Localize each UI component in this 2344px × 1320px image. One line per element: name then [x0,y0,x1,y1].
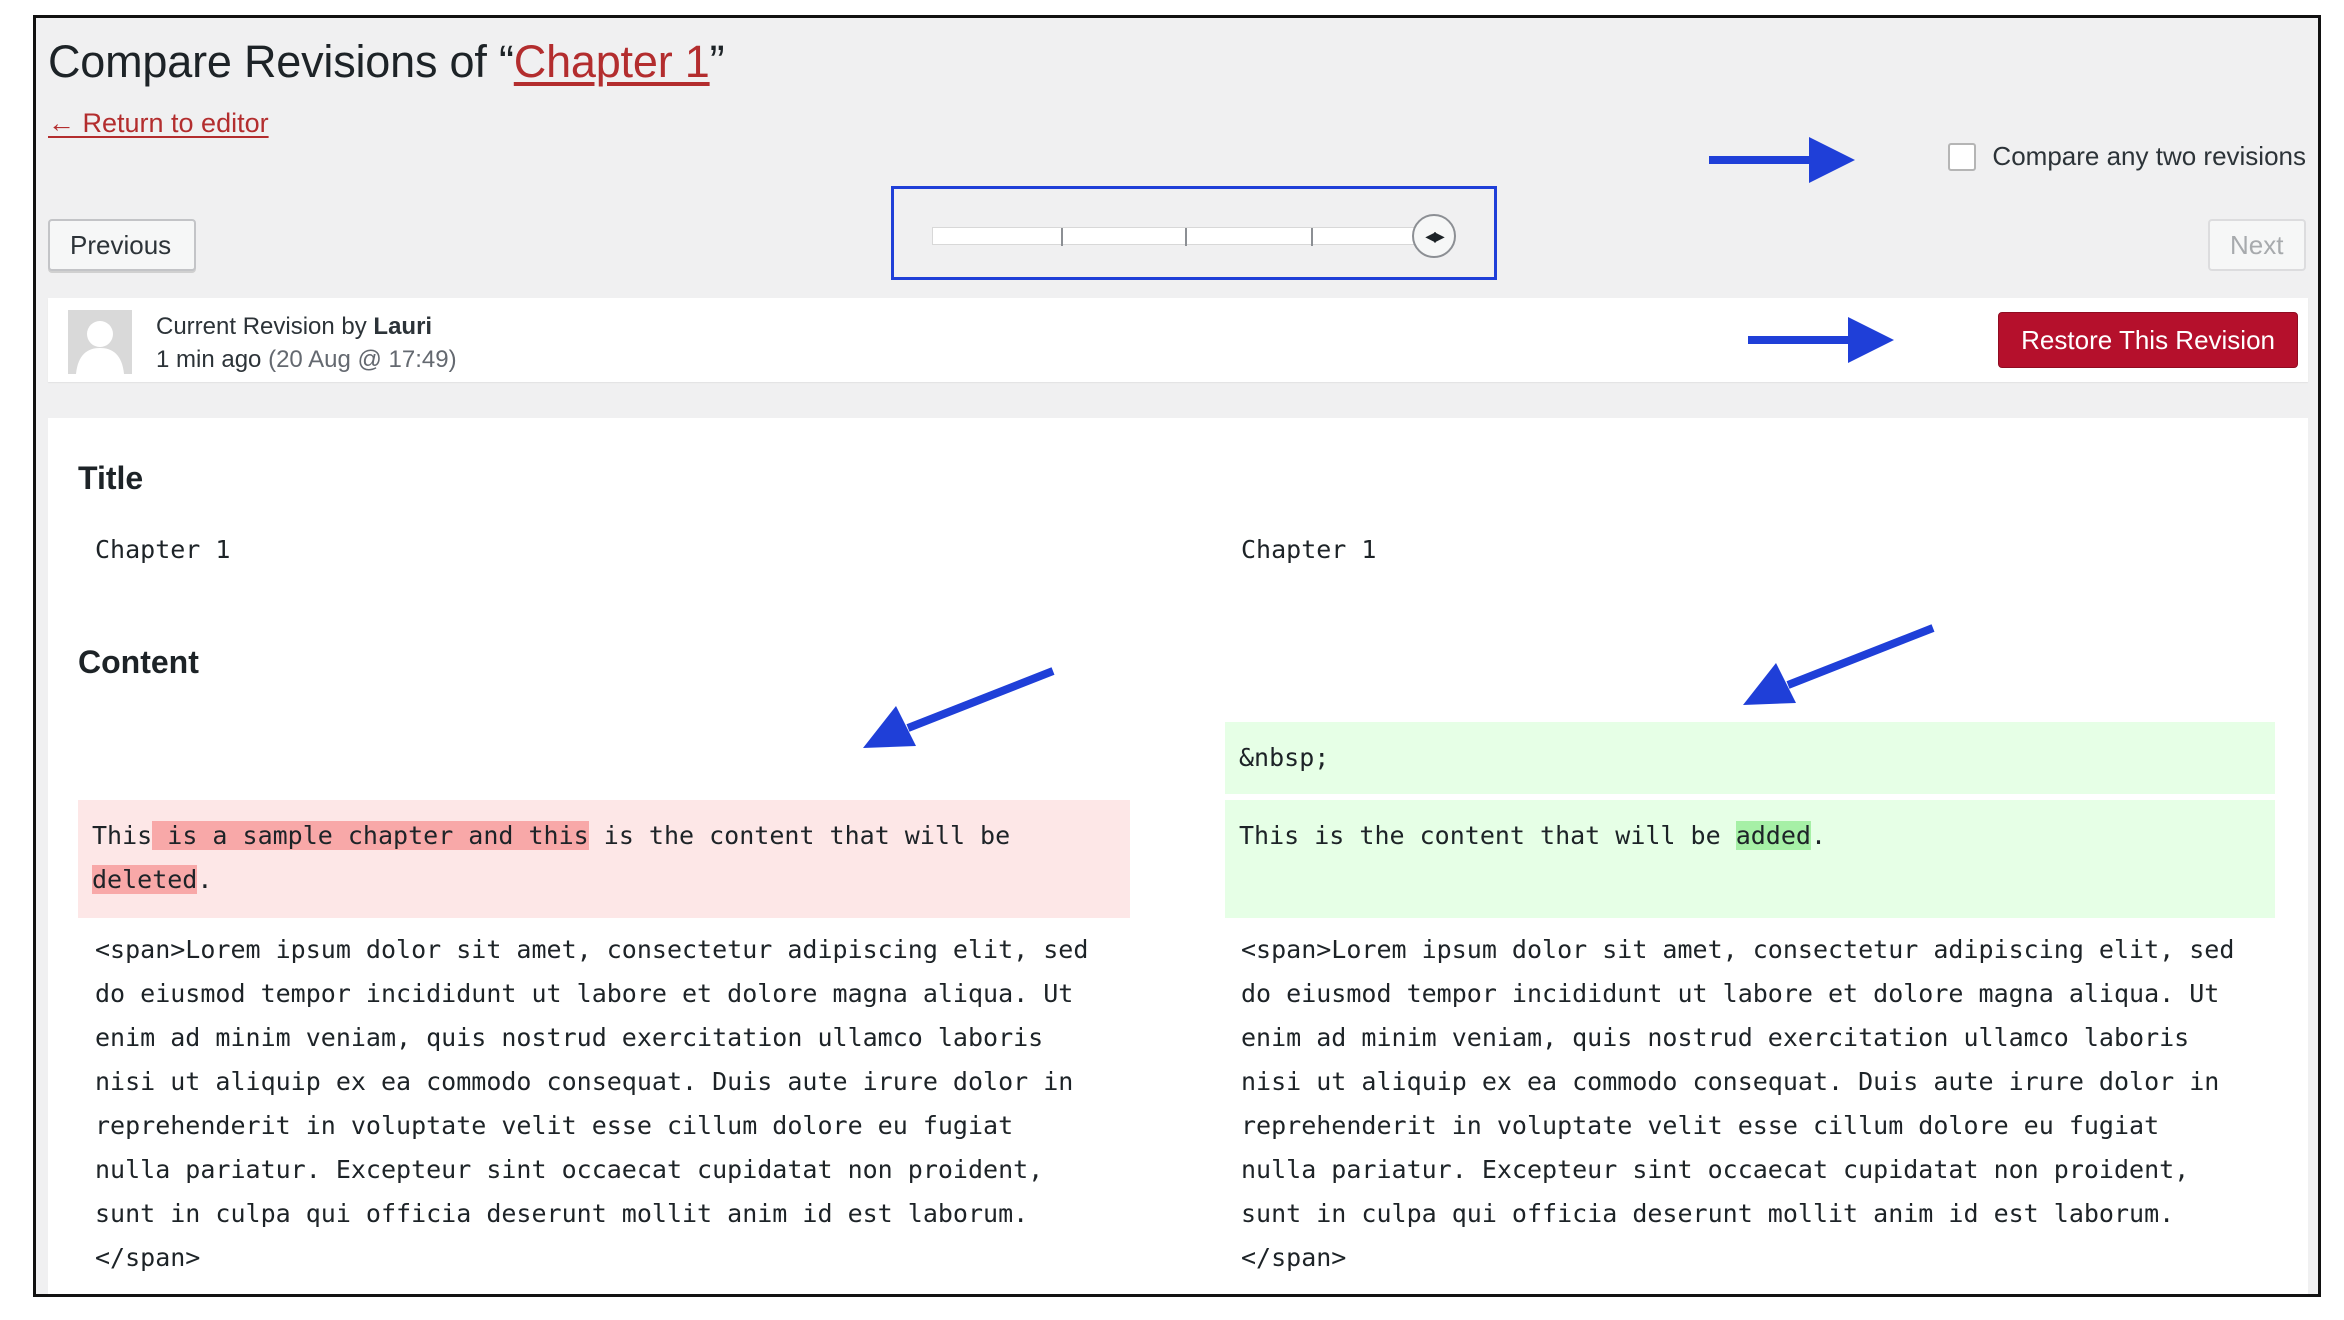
added-line-block: This is the content that will be added. [1225,800,2275,918]
unchanged-text: This is the content that will be [1239,821,1736,850]
lorem-line: </span> [95,1243,201,1272]
revision-author: Lauri [373,313,433,340]
lorem-line: <span>Lorem ipsum dolor sit amet, consec… [1241,935,2235,964]
avatar-placeholder-icon [68,310,132,374]
right-title-value: Chapter 1 [1241,535,1377,564]
content-section-heading: Content [78,644,199,680]
return-to-editor-link[interactable]: ← Return to editor [48,108,269,139]
deleted-line-block: This is a sample chapter and this is the… [78,800,1130,918]
compare-two-label: Compare any two revisions [1992,141,2306,171]
deleted-text-highlight: is a sample chapter and this [152,821,589,850]
lorem-line: nulla pariatur. Excepteur sint occaecat … [1241,1155,2190,1184]
unchanged-text: . [1810,821,1827,850]
annotation-arrow-icon [1709,137,1855,183]
unchanged-text: . [197,865,213,894]
compare-any-two-toggle[interactable]: Compare any two revisions [1948,141,2306,172]
left-lorem-block: <span>Lorem ipsum dolor sit amet, consec… [81,928,1102,1280]
lorem-line: nisi ut aliquip ex ea commodo consequat.… [1241,1067,2220,1096]
annotation-arrow-icon [1743,624,1935,705]
revisions-screen: Compare Revisions of “Chapter 1” ← Retur… [33,15,2321,1297]
post-title-link[interactable]: Chapter 1 [514,36,710,87]
revision-meta-bar: Current Revision by Lauri 1 min ago (20 … [48,298,2308,382]
lorem-line: reprehenderit in voluptate velit esse ci… [95,1111,1014,1140]
page-title: Compare Revisions of “Chapter 1” [48,36,725,88]
lorem-line: sunt in culpa qui officia deserunt molli… [1241,1199,2175,1228]
deleted-word-highlight: deleted [92,865,198,894]
left-right-arrows-icon: ◀▶ [1425,227,1444,244]
diff-panel: Title Chapter 1 Chapter 1 Content &nbsp;… [48,418,2308,1294]
slider-tick [1061,228,1063,246]
compare-two-checkbox[interactable] [1948,142,1977,171]
restore-revision-button[interactable]: Restore This Revision [1998,312,2298,368]
lorem-line: nulla pariatur. Excepteur sint occaecat … [95,1155,1044,1184]
title-section-heading: Title [78,460,144,496]
lorem-line: do eiusmod tempor incididunt ut labore e… [95,979,1074,1008]
lorem-line: <span>Lorem ipsum dolor sit amet, consec… [95,935,1089,964]
unchanged-text: This [92,821,153,850]
title-suffix: ” [709,36,725,87]
lorem-line: </span> [1241,1243,1347,1272]
revision-info: Current Revision by Lauri 1 min ago (20 … [156,310,457,376]
unchanged-text: is the content that will be [588,821,1011,850]
revision-slider-highlight: ◀▶ [891,186,1497,280]
left-title-value: Chapter 1 [95,535,231,564]
slider-tick [1311,228,1313,246]
slider-handle[interactable]: ◀▶ [1412,214,1456,258]
lorem-line: enim ad minim veniam, quis nostrud exerc… [1241,1023,2190,1052]
slider-tick [1185,228,1187,246]
lorem-line: nisi ut aliquip ex ea commodo consequat.… [95,1067,1074,1096]
revision-slider-track[interactable] [932,227,1454,246]
previous-button[interactable]: Previous [48,219,196,271]
author-avatar [68,310,132,374]
lorem-line: reprehenderit in voluptate velit esse ci… [1241,1111,2160,1140]
lorem-line: sunt in culpa qui officia deserunt molli… [95,1199,1029,1228]
annotation-arrow-icon [1748,317,1894,363]
revision-time-ago: 1 min ago [156,346,262,373]
right-lorem-block: <span>Lorem ipsum dolor sit amet, consec… [1227,928,2248,1280]
revision-by-label: Current Revision by [156,313,374,340]
lorem-line: do eiusmod tempor incididunt ut labore e… [1241,979,2220,1008]
next-button[interactable]: Next [2208,219,2306,271]
lorem-line: enim ad minim veniam, quis nostrud exerc… [95,1023,1044,1052]
annotation-arrow-icon [863,667,1055,748]
added-nbsp-line: &nbsp; [1225,722,2275,794]
added-word-highlight: added [1735,821,1811,850]
title-prefix: Compare Revisions of “ [48,36,514,87]
revision-date: (20 Aug @ 17:49) [261,346,457,373]
